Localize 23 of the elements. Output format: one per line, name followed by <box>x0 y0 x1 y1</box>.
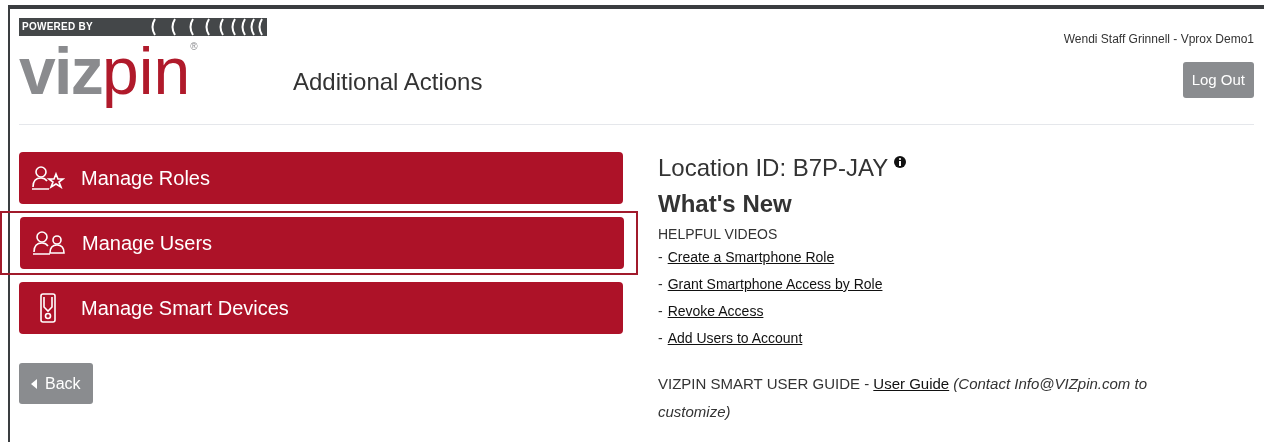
action-button[interactable]: Manage Smart Devices <box>19 282 623 334</box>
user-name: Wendi Staff Grinnell - Vprox Demo1 <box>1063 31 1254 48</box>
video-link[interactable]: Add Users to Account <box>667 328 803 348</box>
location-id: Location ID: B7P-JAY <box>658 153 889 183</box>
action-button[interactable]: Manage Users <box>20 217 624 269</box>
user-guide-text: VIZPIN SMART USER GUIDE - User Guide (Contact Info@VIZpin.com to customize) <box>658 374 1148 422</box>
guide-link[interactable]: User Guide <box>873 375 950 392</box>
person-star-icon <box>31 165 65 191</box>
section-heading: What's New <box>658 189 793 219</box>
action-button[interactable]: Manage Roles <box>19 152 623 204</box>
video-link[interactable]: Create a Smartphone Role <box>667 247 835 267</box>
info-icon <box>894 156 907 168</box>
video-link[interactable]: Grant Smartphone Access by Role <box>667 274 883 294</box>
list-dash: - <box>658 302 663 321</box>
users-icon <box>32 230 66 256</box>
page-title: Additional Actions <box>293 67 483 97</box>
list-dash: - <box>658 329 663 348</box>
list-dash: - <box>658 248 663 267</box>
logo-tagline: POWERED BY <box>22 22 93 32</box>
list-dash: - <box>658 275 663 294</box>
caret-left-icon <box>31 378 37 389</box>
videos-heading: HELPFUL VIDEOS <box>658 225 779 244</box>
video-link[interactable]: Revoke Access <box>667 301 764 321</box>
